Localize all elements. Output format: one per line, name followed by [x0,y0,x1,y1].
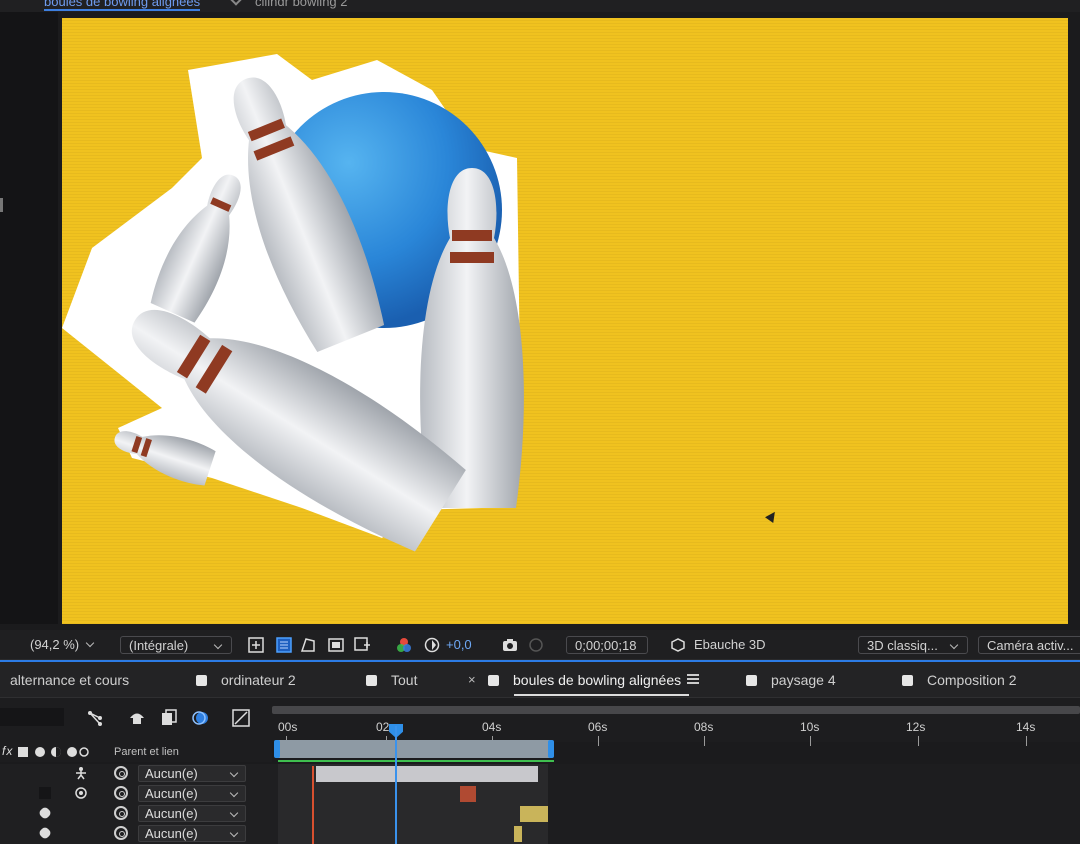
layer-row[interactable]: Aucun(e) [0,804,1080,824]
switch-icons [18,747,89,757]
timeline-tab-composition[interactable]: Composition 2 [902,672,1017,688]
current-time-display[interactable]: 0;00;00;18 [566,636,648,654]
timeline-tab-alternance[interactable]: alternance et cours [10,672,129,688]
mask-visibility-icon[interactable] [300,637,316,653]
motion-blur-icon[interactable] [192,709,210,727]
zoom-select[interactable]: (94,2 %) [30,636,95,654]
tab-menu-icon[interactable] [687,674,699,684]
renderer-icon [671,638,685,652]
layer-duration-bar[interactable] [460,786,476,802]
left-panel-gutter [0,12,58,624]
layer-row-controls: Aucun(e) [0,784,278,804]
layer-track [278,784,548,804]
ruler-tick [598,736,599,746]
parent-select[interactable]: Aucun(e) [138,785,246,802]
work-area-bar[interactable] [276,740,552,758]
active-camera-select[interactable]: Caméra activ... [978,636,1080,654]
show-snapshot-icon[interactable] [528,637,544,653]
ruler-tick [918,736,919,746]
layer-duration-bar[interactable] [316,766,538,782]
switches-header: fx [2,744,14,758]
bowling-artwork [62,54,524,552]
mouse-cursor-icon [765,509,779,523]
link-icon[interactable] [38,826,52,840]
layer-row-controls: Aucun(e) [0,824,278,844]
graph-editor-icon[interactable] [232,709,250,727]
layer-row[interactable]: Aucun(e) [0,824,1080,844]
resolution-select[interactable]: (Intégrale) [120,636,232,654]
app-window: { "top_tabs": { "active": "boules de bow… [0,0,1080,844]
work-area-start-handle[interactable] [274,740,280,758]
layer-track-empty [548,824,1080,844]
transparency-grid-icon[interactable] [276,637,292,653]
renderer-label[interactable]: Ebauche 3D [694,636,766,654]
parent-select[interactable]: Aucun(e) [138,825,246,842]
layer-duration-bar[interactable] [514,826,522,842]
timeline-timecode-field[interactable] [0,708,64,726]
layer-list: Aucun(e) Aucun(e) Aucun(e) Aucun(e) [0,762,1080,844]
tick-label: 00s [278,720,298,734]
parent-select[interactable]: Aucun(e) [138,765,246,782]
eye-icon[interactable] [74,786,88,800]
layer-row-controls: Aucun(e) [0,764,278,784]
comp-tab-active[interactable]: boules de bowling alignées [44,0,201,11]
pick-whip-icon[interactable] [114,786,128,800]
layer-track-empty [548,804,1080,824]
timeline-tab-bowling[interactable]: boules de bowling alignées [488,672,690,696]
composition-tabs: boules de bowling alignées cilindr bowli… [0,0,1080,12]
playhead-line[interactable] [395,726,397,844]
timeline-tab-tout[interactable]: Tout [366,672,417,688]
ruler-tick [810,736,811,746]
ruler-tick [704,736,705,746]
panel-resize-handle[interactable] [0,198,3,212]
time-ruler[interactable]: 00s 02s 04s 06s 08s 10s 12s 14s [272,704,1080,760]
composition-flowchart-icon[interactable] [86,709,104,727]
time-navigator-bar[interactable] [272,706,1080,714]
timeline-tab-paysage[interactable]: paysage 4 [746,672,836,688]
grid-toggle-icon[interactable] [248,637,264,653]
chevron-down-icon[interactable] [230,0,242,6]
parent-link-header: Parent et lien [114,746,179,758]
exposure-reset-icon[interactable] [424,637,440,653]
work-area-end-handle[interactable] [548,740,554,758]
timeline-tab-ordinateur[interactable]: ordinateur 2 [196,672,296,688]
region-of-interest-icon[interactable] [328,637,344,653]
close-icon[interactable]: × [468,672,476,687]
3d-view-select[interactable]: 3D classiq... [858,636,968,654]
link-icon[interactable] [38,806,52,820]
camera-snapshot-icon[interactable] [502,637,518,653]
viewer-toolbar: (94,2 %) (Intégrale) +0,0 0;00;00;18 Eba… [0,630,1080,660]
exposure-value[interactable]: +0,0 [446,636,472,654]
layer-track [278,824,548,844]
parent-select[interactable]: Aucun(e) [138,805,246,822]
layer-header: fx Parent et lien [0,742,272,762]
tick-label: 14s [1016,720,1036,734]
shy-layers-icon[interactable] [128,709,146,727]
layer-duration-bar[interactable] [520,806,548,822]
tick-label: 06s [588,720,608,734]
layer-row[interactable]: Aucun(e) [0,784,1080,804]
frame-blending-icon[interactable] [160,709,178,727]
layer-row[interactable]: Aucun(e) [0,764,1080,784]
layer-track [278,804,548,824]
layer-row-controls: Aucun(e) [0,804,278,824]
layer-track-empty [548,764,1080,784]
tick-label: 04s [482,720,502,734]
composition-viewer[interactable] [62,18,1068,624]
color-channels-icon[interactable] [396,637,412,653]
pick-whip-icon[interactable] [114,826,128,840]
in-point-marker [312,766,314,844]
tick-label: 12s [906,720,926,734]
timeline-tabs: alternance et cours ordinateur 2 Tout × … [0,662,1080,698]
pick-whip-icon[interactable] [114,806,128,820]
puppet-icon[interactable] [74,766,88,780]
channel-icon[interactable] [354,637,370,653]
lock-box-icon[interactable] [38,786,52,800]
pick-whip-icon[interactable] [114,766,128,780]
tick-label: 08s [694,720,714,734]
layer-track-empty [548,784,1080,804]
ruler-tick [1026,736,1027,746]
comp-tab-second[interactable]: cilindr bowling 2 [255,0,348,9]
tick-label: 10s [800,720,820,734]
